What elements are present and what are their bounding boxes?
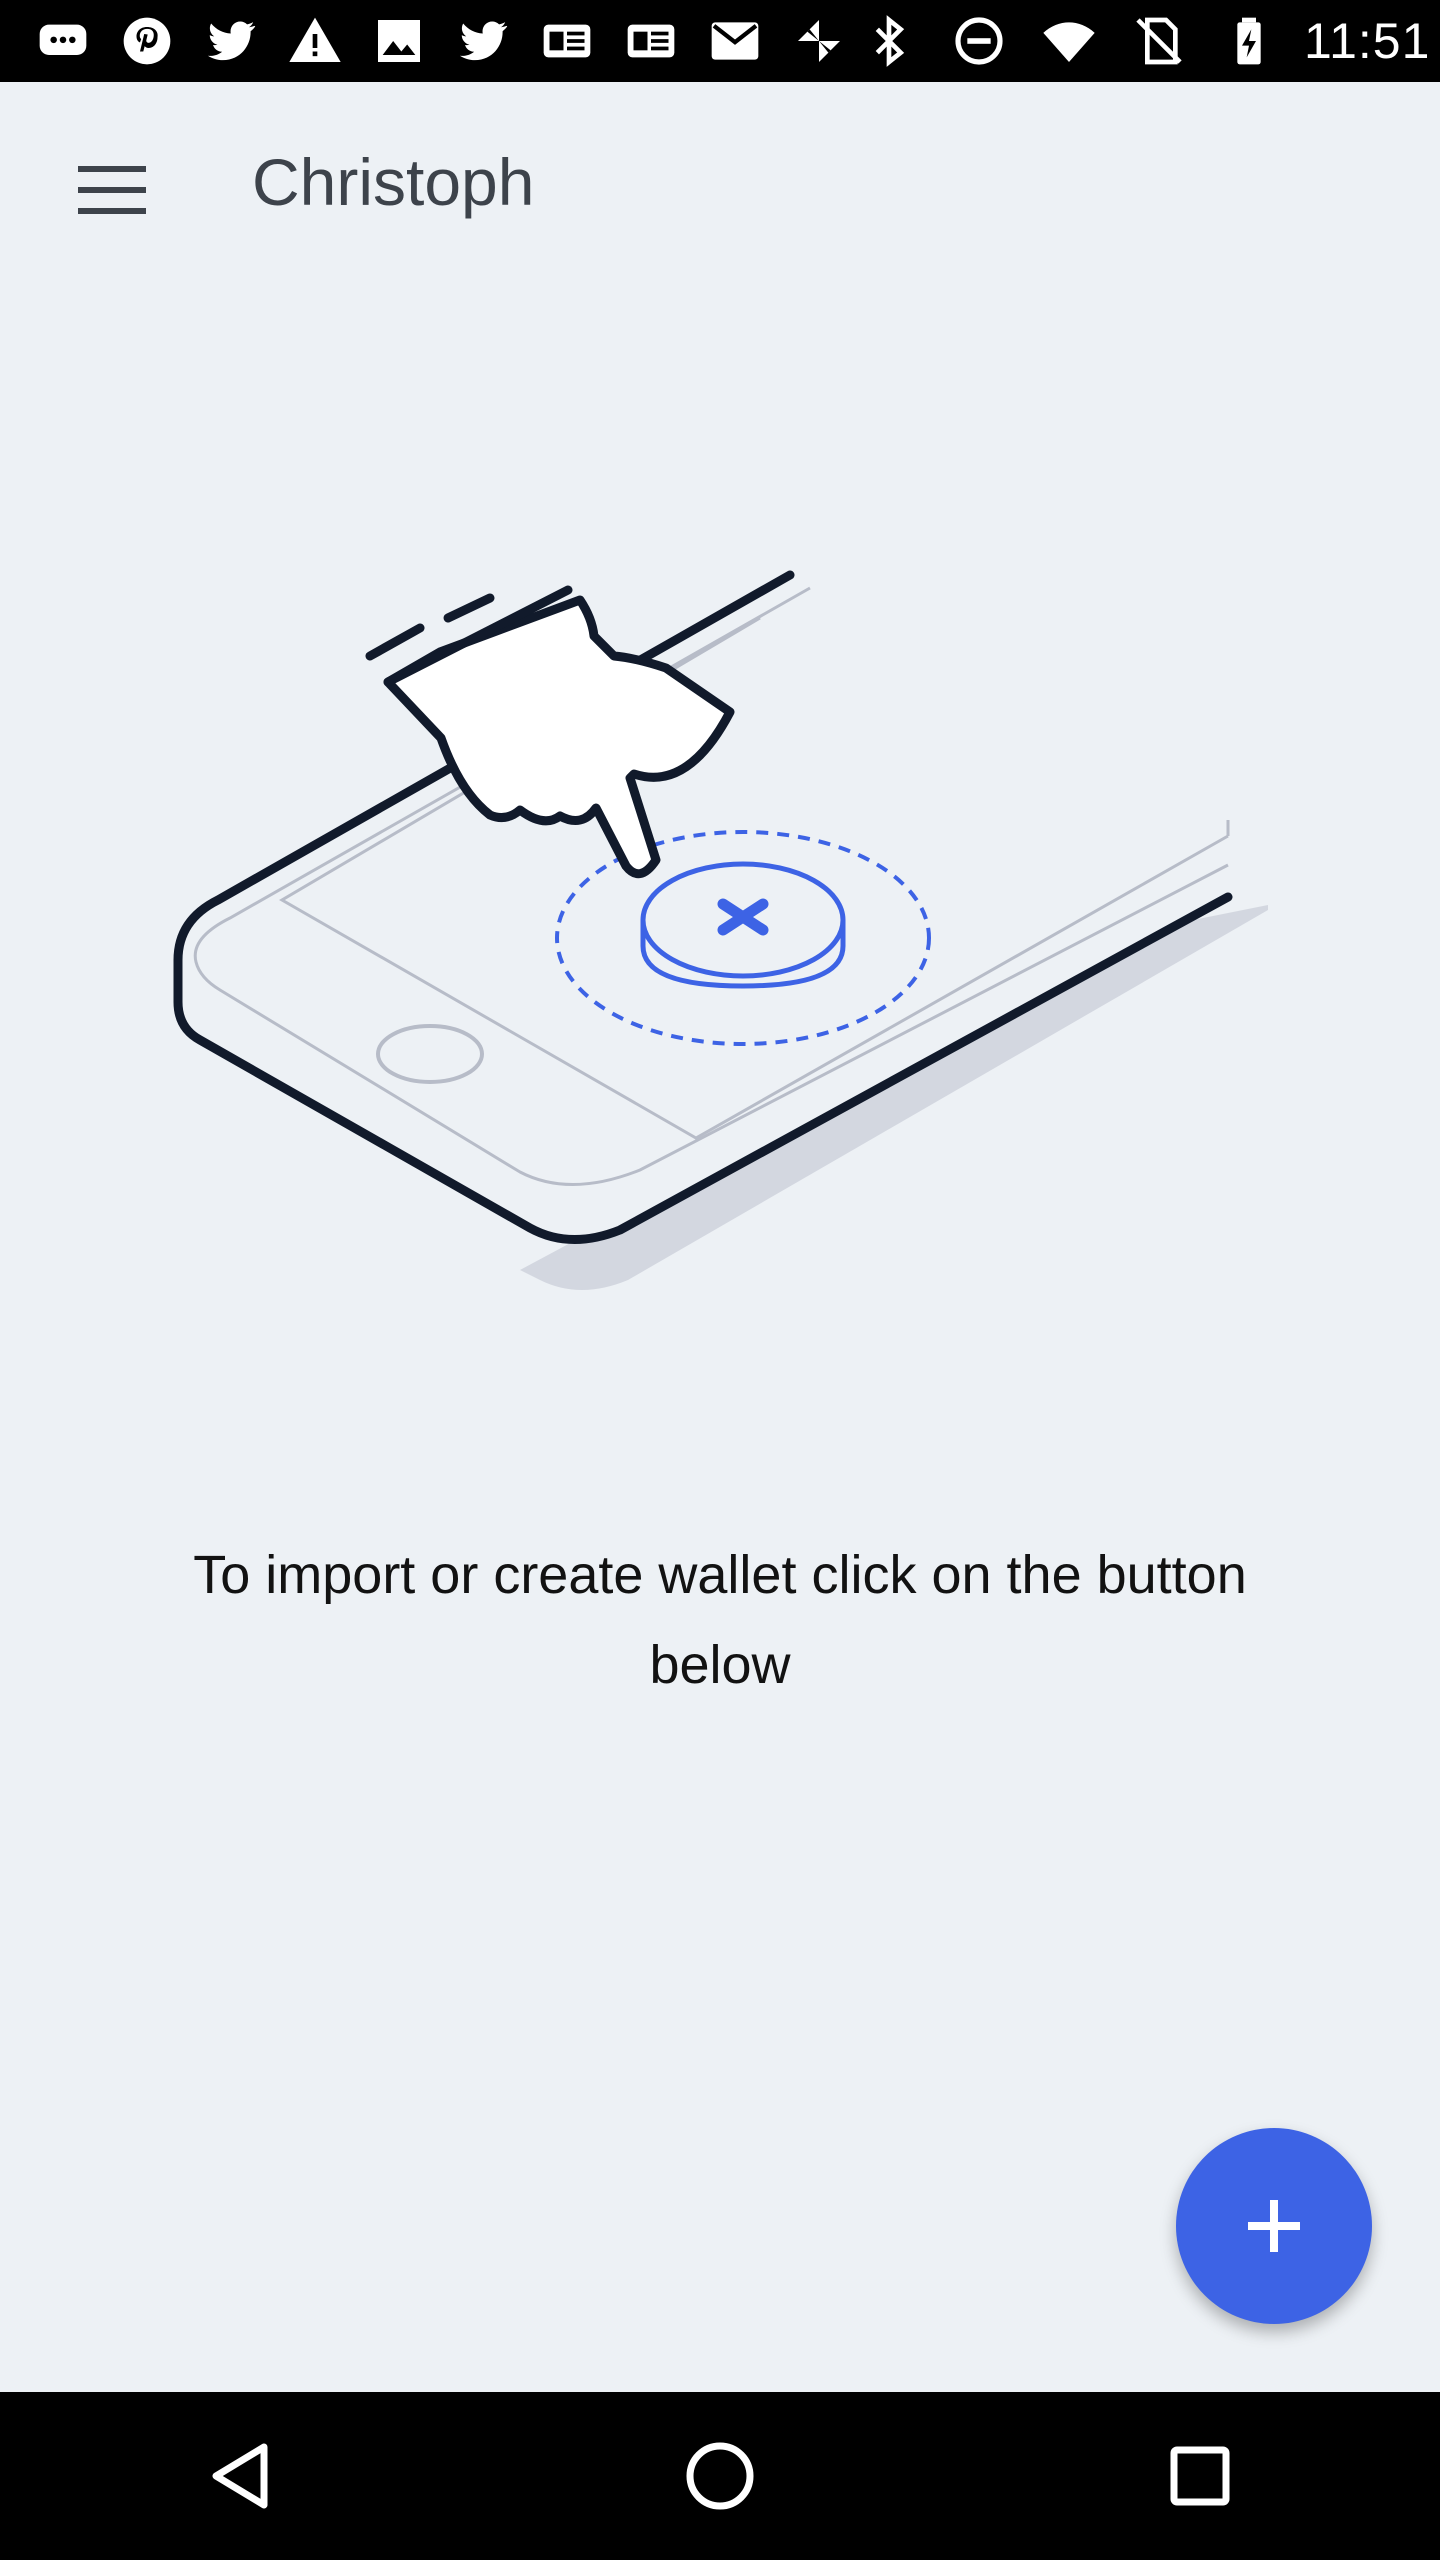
do-not-disturb-icon: [944, 11, 1014, 71]
home-button[interactable]: [640, 2406, 800, 2546]
warning-icon: [280, 11, 350, 71]
pinterest-icon: [112, 11, 182, 71]
twitter-icon: [196, 11, 266, 71]
add-wallet-button[interactable]: [1176, 2128, 1372, 2324]
status-time: 11:51: [1304, 13, 1431, 69]
image-icon: [364, 11, 434, 71]
battery-charging-icon: [1214, 11, 1284, 71]
bluetooth-icon: [854, 11, 924, 71]
navigation-bar: [0, 2392, 1440, 2560]
status-bar: 11:51: [0, 0, 1440, 82]
news-icon: [532, 11, 602, 71]
empty-state-message: To import or create wallet click on the …: [193, 1545, 1247, 1695]
news-icon: [616, 11, 686, 71]
pinwheel-icon: [784, 11, 854, 71]
back-icon: [212, 2443, 268, 2509]
notification-icons: [0, 11, 854, 71]
recents-icon: [1170, 2446, 1230, 2506]
plus-icon: [1248, 2200, 1300, 2252]
system-status: 11:51: [854, 11, 1440, 71]
page-title: Christoph: [252, 145, 535, 219]
menu-button[interactable]: [60, 138, 164, 242]
back-button[interactable]: [160, 2406, 320, 2546]
menu-icon: [78, 166, 146, 214]
recents-button[interactable]: [1120, 2406, 1280, 2546]
chat-icon: [28, 11, 98, 71]
wifi-icon: [1034, 11, 1104, 71]
app-bar: Christoph: [0, 82, 1440, 282]
home-icon: [686, 2442, 754, 2510]
no-sim-icon: [1124, 11, 1194, 71]
mail-icon: [700, 11, 770, 71]
twitter-icon: [448, 11, 518, 71]
wallet-illustration: [160, 560, 1280, 1300]
